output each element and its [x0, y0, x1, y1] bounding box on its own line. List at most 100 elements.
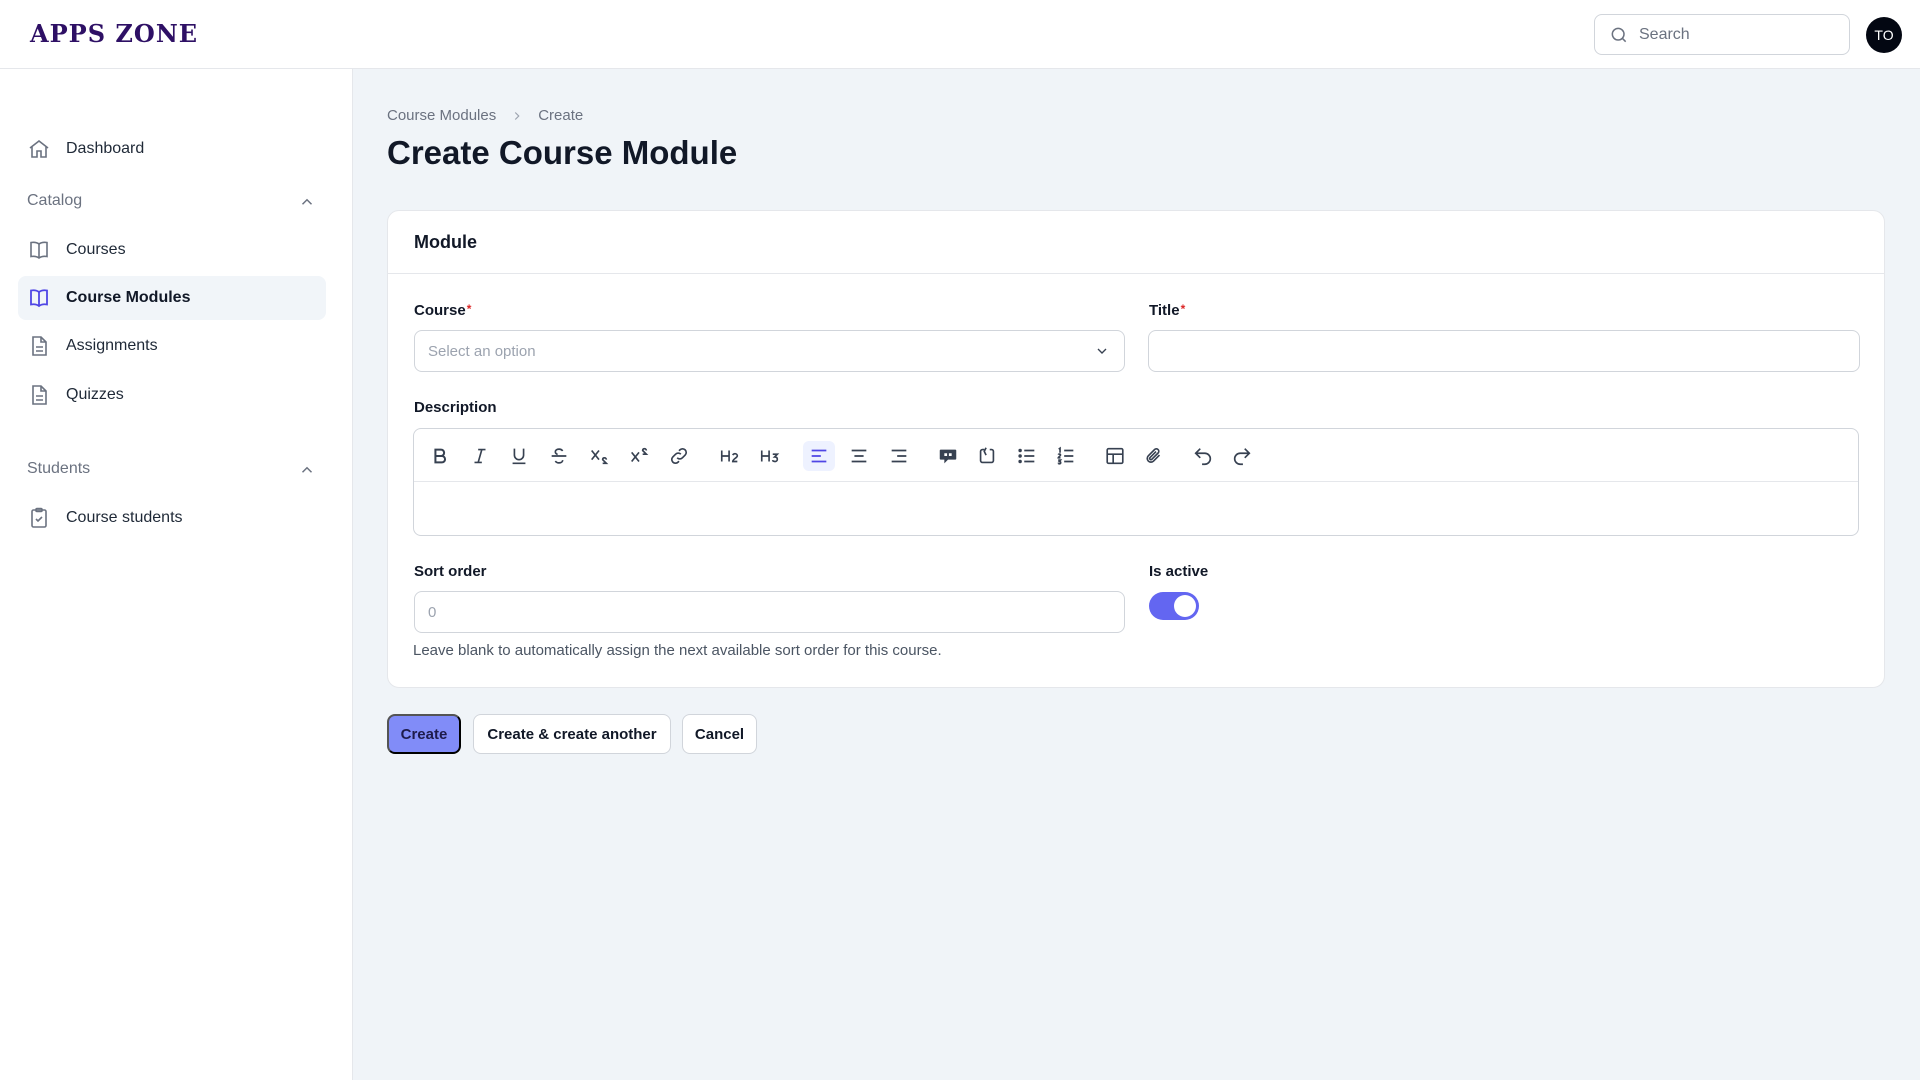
book-icon: [30, 289, 48, 308]
bold-icon: [434, 448, 446, 464]
document-icon: [32, 336, 47, 356]
chevron-up-icon[interactable]: [298, 461, 316, 479]
sidebar: Dashboard Catalog Courses Course Modules…: [0, 69, 353, 1080]
user-avatar[interactable]: TO: [1866, 17, 1902, 53]
section-title: Module: [388, 211, 1884, 274]
align-right-icon: [891, 449, 907, 463]
italic-button[interactable]: [464, 441, 496, 471]
sidebar-item-quizzes[interactable]: Quizzes: [18, 373, 326, 417]
heading-2-button[interactable]: [714, 441, 746, 471]
is-active-label: Is active: [1149, 563, 1209, 580]
heading-3-button[interactable]: [754, 441, 786, 471]
sidebar-item-dashboard[interactable]: Dashboard: [18, 127, 326, 171]
underline-icon: [512, 448, 526, 465]
attach-button[interactable]: [1138, 441, 1170, 471]
chevron-up-icon[interactable]: [298, 193, 316, 211]
toggle-knob: [1174, 595, 1196, 617]
bold-button[interactable]: [424, 441, 456, 471]
sidebar-item-label: Courses: [66, 241, 126, 258]
table-icon: [1106, 447, 1124, 465]
align-right-button[interactable]: [883, 441, 915, 471]
sidebar-item-label: Course students: [66, 509, 183, 526]
clipboard-check-icon: [31, 507, 47, 528]
sort-order-label: Sort order: [414, 563, 487, 580]
align-left-button[interactable]: [803, 441, 835, 471]
sort-order-placeholder: 0: [428, 603, 437, 621]
align-center-icon: [851, 449, 867, 463]
code-block-button[interactable]: [971, 441, 1003, 471]
is-active-toggle[interactable]: [1149, 592, 1199, 620]
bullet-list-button[interactable]: [1011, 441, 1043, 471]
sidebar-item-course-students[interactable]: Course students: [18, 496, 326, 540]
align-left-icon: [811, 449, 827, 463]
italic-icon: [474, 448, 486, 464]
breadcrumb-current: Create: [538, 107, 584, 124]
attach-icon: [1146, 448, 1161, 463]
link-icon: [670, 447, 688, 465]
redo-button[interactable]: [1226, 441, 1258, 471]
breadcrumb-link-course-modules[interactable]: Course Modules: [387, 107, 496, 124]
course-label-text: Course: [414, 302, 466, 319]
required-marker: *: [466, 302, 472, 316]
document-icon: [32, 385, 47, 405]
cancel-button[interactable]: Cancel: [682, 714, 757, 754]
subscript-button[interactable]: [583, 441, 615, 471]
description-editor: [413, 428, 1859, 536]
sidebar-item-label: Quizzes: [66, 386, 124, 403]
title-input[interactable]: [1148, 330, 1860, 372]
course-select-placeholder: Select an option: [428, 342, 536, 360]
chevron-down-icon: [1097, 348, 1107, 354]
page-title: Create Course Module: [387, 134, 738, 171]
sort-order-help-text: Leave blank to automatically assign the …: [413, 642, 942, 659]
title-label-text: Title: [1149, 302, 1180, 319]
home-icon: [29, 139, 49, 158]
sidebar-item-label: Course Modules: [66, 289, 191, 306]
sort-order-input[interactable]: 0: [414, 591, 1125, 633]
book-icon: [30, 241, 48, 259]
description-label: Description: [414, 399, 497, 416]
required-marker: *: [1180, 302, 1186, 316]
sidebar-group-catalog[interactable]: Catalog: [27, 192, 82, 210]
strikethrough-icon: [551, 448, 567, 464]
align-center-button[interactable]: [843, 441, 875, 471]
ordered-list-button[interactable]: [1050, 441, 1082, 471]
table-button[interactable]: [1099, 441, 1131, 471]
create-button[interactable]: Create: [387, 714, 461, 754]
create-another-button[interactable]: Create & create another: [473, 714, 671, 754]
search-input[interactable]: [1639, 25, 1839, 44]
code-block-icon: [979, 447, 995, 464]
top-bar: APPS ZONE TO: [0, 0, 1920, 69]
sidebar-item-course-modules[interactable]: Course Modules: [18, 276, 326, 320]
link-button[interactable]: [663, 441, 695, 471]
sidebar-item-label: Assignments: [66, 337, 158, 354]
course-label: Course*: [414, 302, 471, 319]
heading-3-icon: [760, 450, 780, 463]
sidebar-item-assignments[interactable]: Assignments: [18, 324, 326, 368]
sidebar-group-students[interactable]: Students: [27, 460, 90, 478]
superscript-icon: [631, 447, 649, 463]
undo-button[interactable]: [1187, 441, 1219, 471]
search-box[interactable]: [1594, 14, 1850, 55]
sidebar-item-courses[interactable]: Courses: [18, 228, 326, 272]
search-icon: [1611, 27, 1627, 42]
underline-button[interactable]: [503, 441, 535, 471]
heading-2-icon: [720, 450, 739, 463]
blockquote-icon: [939, 449, 957, 464]
redo-icon: [1233, 448, 1251, 466]
superscript-button[interactable]: [623, 441, 655, 471]
undo-icon: [1194, 448, 1212, 466]
title-label: Title*: [1149, 302, 1185, 319]
chevron-right-icon: [515, 111, 520, 120]
app-logo[interactable]: APPS ZONE: [30, 19, 198, 48]
strikethrough-button[interactable]: [543, 441, 575, 471]
description-content[interactable]: [414, 482, 1858, 535]
bullet-list-icon: [1018, 448, 1035, 464]
ordered-list-icon: [1057, 446, 1074, 465]
blockquote-button[interactable]: [932, 441, 964, 471]
editor-toolbar: [414, 429, 1858, 482]
breadcrumb: Course Modules Create: [387, 107, 583, 124]
sidebar-item-label: Dashboard: [66, 140, 145, 157]
module-form-card: Module Course* Select an option Title* D…: [387, 210, 1885, 688]
subscript-icon: [591, 449, 609, 465]
course-select[interactable]: Select an option: [414, 330, 1125, 372]
